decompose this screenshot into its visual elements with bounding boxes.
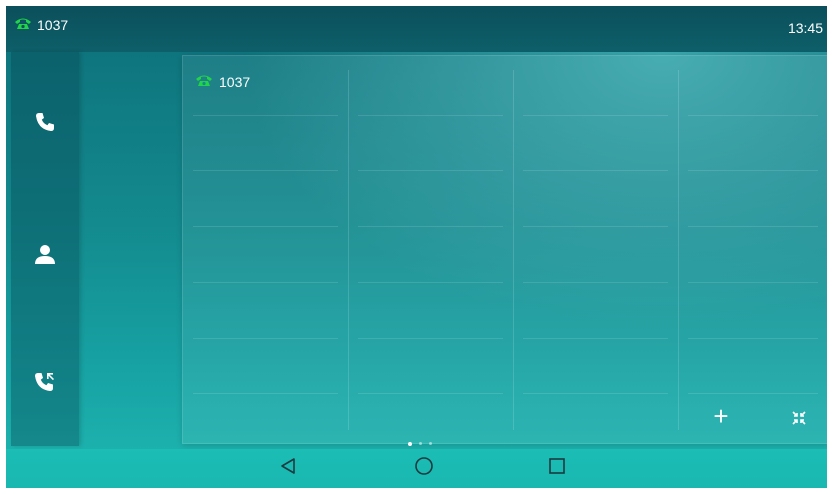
phone-screen: 1037 13:45 1037 + (6, 6, 827, 488)
status-account: 1037 (14, 16, 68, 33)
row-divider (523, 338, 668, 339)
home-button[interactable] (402, 449, 446, 488)
line-key-1037[interactable]: 1037 (195, 73, 250, 90)
row-divider (523, 170, 668, 171)
column-divider (513, 70, 514, 430)
row-divider (688, 393, 818, 394)
sidebar-item-call-history[interactable] (11, 354, 79, 414)
row-divider (358, 338, 503, 339)
collapse-button[interactable] (779, 398, 819, 434)
page-dot (419, 442, 422, 445)
collapse-arrows-icon (792, 401, 806, 432)
dsskey-panel: 1037 + (182, 55, 827, 444)
row-divider (358, 170, 503, 171)
row-divider (193, 282, 338, 283)
sidebar (11, 52, 79, 446)
row-divider (358, 226, 503, 227)
row-divider (193, 115, 338, 116)
home-circle-icon (414, 456, 434, 481)
row-divider (193, 226, 338, 227)
row-divider (688, 226, 818, 227)
back-triangle-icon (279, 457, 297, 480)
row-divider (688, 170, 818, 171)
phone-handset-icon (35, 112, 55, 137)
status-bar: 1037 13:45 (6, 6, 827, 52)
column-divider (678, 70, 679, 430)
sidebar-item-dialer[interactable] (11, 94, 79, 154)
row-divider (193, 393, 338, 394)
row-divider (523, 226, 668, 227)
sidebar-item-directory[interactable] (11, 226, 79, 286)
row-divider (193, 170, 338, 171)
row-divider (193, 338, 338, 339)
row-divider (358, 282, 503, 283)
status-account-label: 1037 (37, 16, 69, 33)
row-divider (523, 282, 668, 283)
clock: 13:45 (787, 20, 823, 36)
row-divider (688, 282, 818, 283)
row-divider (358, 393, 503, 394)
row-divider (688, 115, 818, 116)
page-dot (429, 442, 432, 445)
navigation-bar (6, 449, 827, 488)
row-divider (523, 393, 668, 394)
page-indicator (408, 441, 432, 446)
page-dot-active (408, 441, 412, 446)
row-divider (523, 115, 668, 116)
row-divider (688, 338, 818, 339)
line-key-label: 1037 (219, 73, 251, 90)
add-button[interactable]: + (701, 398, 741, 434)
back-button[interactable] (266, 449, 310, 488)
column-divider (348, 70, 349, 430)
contact-person-icon (34, 244, 56, 269)
registered-phone-icon (195, 73, 213, 90)
row-divider (358, 115, 503, 116)
call-history-icon (34, 371, 56, 398)
plus-icon: + (713, 400, 729, 431)
recent-apps-square-icon (548, 457, 566, 480)
registered-phone-icon (14, 16, 32, 33)
recent-apps-button[interactable] (535, 449, 579, 488)
